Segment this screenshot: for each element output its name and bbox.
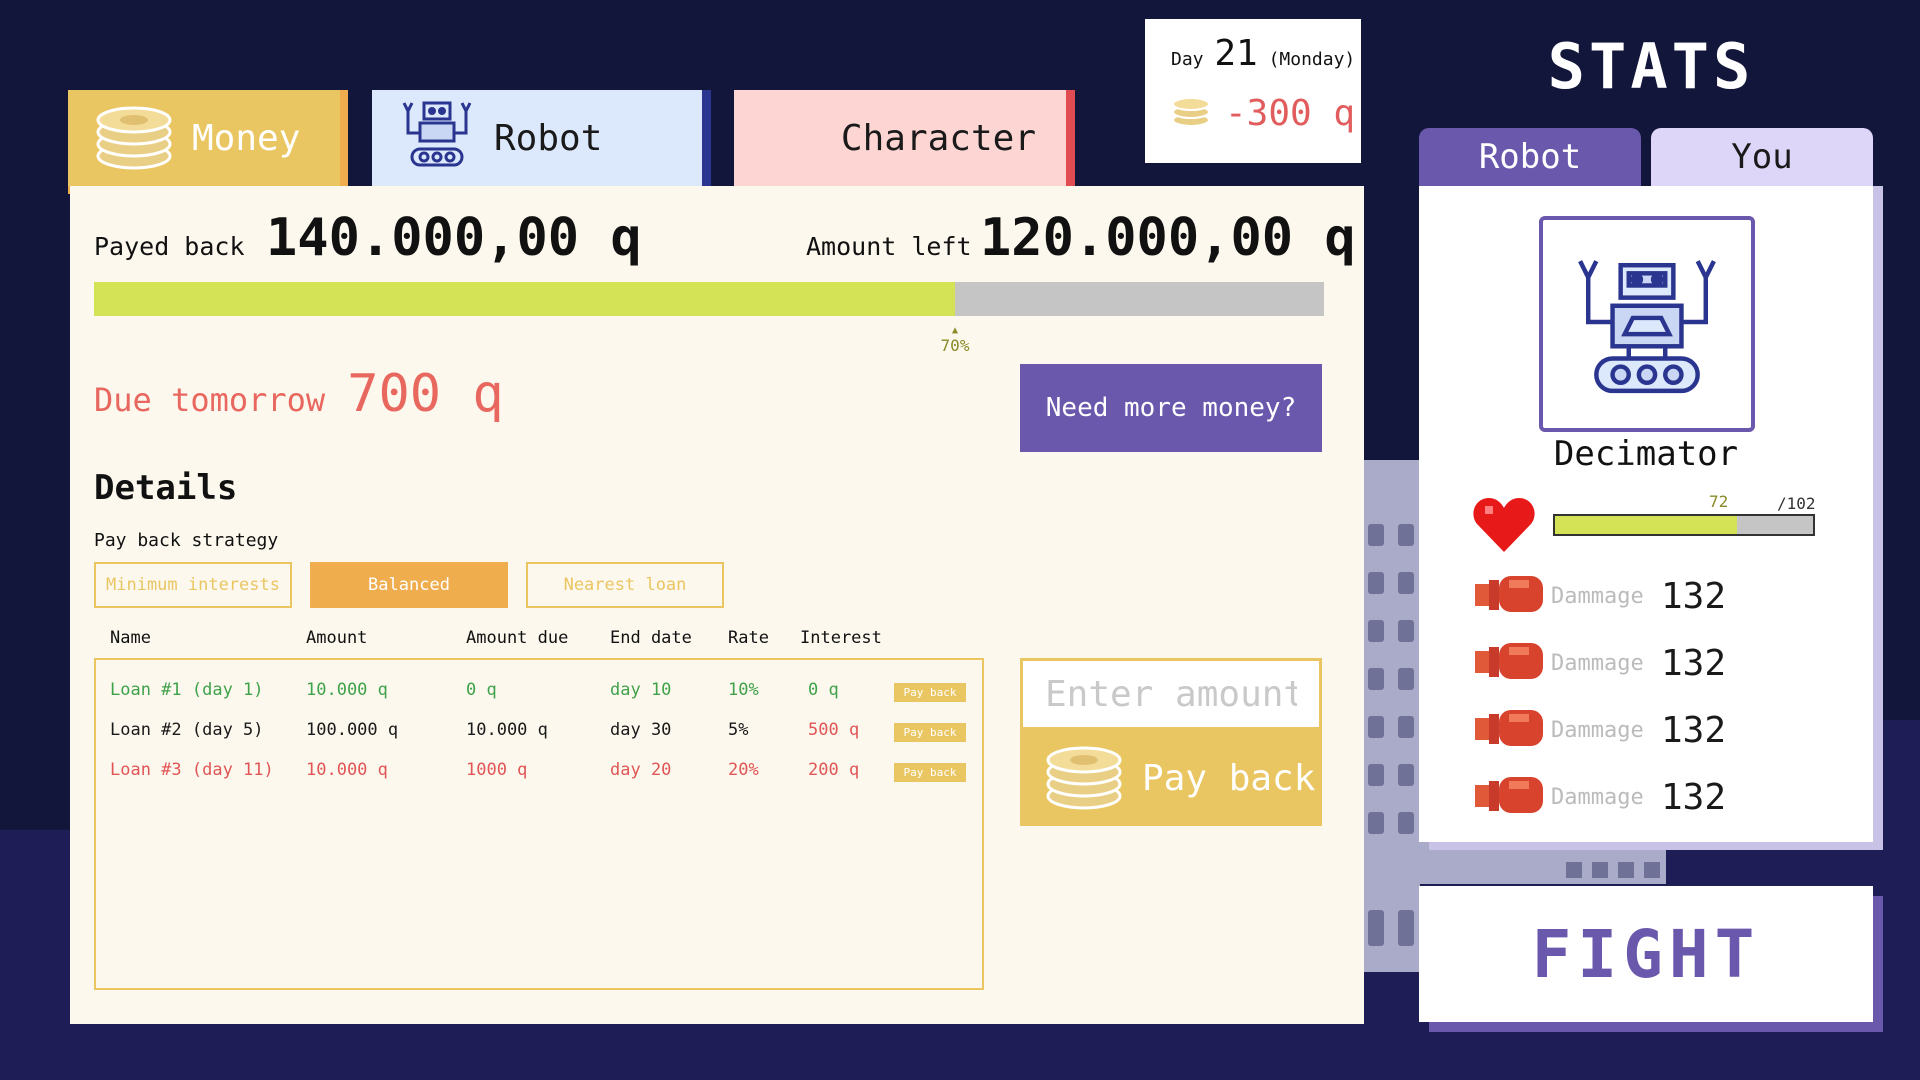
loan-rate: 20%	[728, 760, 759, 780]
stat-label: Dammage	[1551, 784, 1644, 810]
loan-name: Loan #2 (day 5)	[110, 720, 264, 740]
stat-value: 132	[1661, 776, 1727, 818]
due-label: Due tomorrow	[94, 381, 326, 419]
strategy-balanced-button[interactable]: Balanced	[310, 562, 508, 608]
column-header-rate: Rate	[728, 628, 769, 648]
pay-back-label: Pay back	[1142, 757, 1316, 799]
balance-line: -300 q	[1171, 90, 1361, 137]
robot-portrait	[1539, 216, 1755, 432]
loan-amount: 10.000 q	[306, 760, 388, 780]
loan-interest: 0 q	[808, 680, 839, 700]
tab-robot-label: Robot	[494, 117, 603, 159]
boxing-glove-icon	[1475, 639, 1545, 687]
stats-tab-you[interactable]: You	[1651, 128, 1873, 186]
loan-rate: 5%	[728, 720, 749, 740]
strategy-label: Pay back strategy	[94, 530, 279, 551]
hp-max: /102	[1777, 494, 1816, 513]
pay-back-button[interactable]: Pay back	[1020, 730, 1322, 826]
payback-progress-text: 70%	[940, 336, 970, 355]
amount-left-label: Amount left	[806, 232, 972, 261]
stat-label: Dammage	[1551, 583, 1644, 609]
stat-value: 132	[1661, 642, 1727, 684]
loan-end-date: day 20	[610, 760, 672, 780]
day-weekday: (Monday)	[1268, 49, 1356, 70]
stat-label: Dammage	[1551, 717, 1644, 743]
hp-bar-fill	[1555, 516, 1738, 534]
loan-interest: 200 q	[808, 760, 860, 780]
loan-name: Loan #3 (day 11)	[110, 760, 274, 780]
day-number: 21	[1214, 33, 1258, 74]
loan-amount-due: 10.000 q	[466, 720, 548, 740]
stat-row-damage-3: Dammage 132	[1475, 706, 1726, 754]
hp-current: 72	[1709, 492, 1729, 511]
day-status: Day 21 (Monday) -300 q	[1145, 19, 1361, 163]
coins-icon	[1171, 90, 1211, 137]
column-header-amount: Amount	[306, 628, 368, 648]
loan-end-date: day 10	[610, 680, 672, 700]
payback-progress-label: ▲ 70%	[940, 325, 970, 356]
payed-back-value: 140.000,00 q	[266, 208, 642, 268]
fight-button[interactable]: FIGHT	[1419, 886, 1873, 1022]
day-prefix: Day	[1171, 49, 1204, 70]
robot-icon	[1578, 260, 1716, 394]
tab-character-label: Character	[840, 117, 1036, 159]
payback-progress-bar	[94, 282, 1324, 316]
loan-pay-back-button[interactable]: Pay back	[894, 683, 966, 702]
loan-amount: 10.000 q	[306, 680, 388, 700]
stat-row-damage-1: Dammage 132	[1475, 572, 1726, 620]
boxing-glove-icon	[1475, 773, 1545, 821]
boxing-glove-icon	[1475, 572, 1545, 620]
hp-bar	[1553, 514, 1815, 536]
loan-name: Loan #1 (day 1)	[110, 680, 264, 700]
stats-tab-robot[interactable]: Robot	[1419, 128, 1641, 186]
coins-icon	[1044, 736, 1124, 821]
stat-row-damage-2: Dammage 132	[1475, 639, 1726, 687]
building-decoration	[1364, 460, 1420, 972]
day-line: Day 21 (Monday)	[1171, 33, 1361, 74]
robot-name: Decimator	[1553, 434, 1739, 474]
loan-pay-back-button[interactable]: Pay back	[894, 723, 966, 742]
heart-icon	[1473, 496, 1535, 558]
loans-table: Loan #1 (day 1) 10.000 q 0 q day 10 10% …	[94, 658, 984, 990]
loan-pay-back-button[interactable]: Pay back	[894, 763, 966, 782]
column-header-amount-due: Amount due	[466, 628, 569, 648]
money-panel: Payed back 140.000,00 q Amount left 120.…	[70, 186, 1364, 1024]
loan-end-date: day 30	[610, 720, 672, 740]
tab-money-label: Money	[192, 117, 301, 159]
need-more-money-button[interactable]: Need more money?	[1020, 364, 1322, 452]
boxing-glove-icon	[1475, 706, 1545, 754]
strategy-minimum-interests-button[interactable]: Minimum interests	[94, 562, 292, 608]
loan-amount-due: 1000 q	[466, 760, 528, 780]
due-tomorrow: Due tomorrow 700 q	[94, 364, 504, 424]
column-header-end-date: End date	[610, 628, 692, 648]
payback-progress-fill	[94, 282, 955, 316]
progress-marker-icon: ▲	[951, 325, 959, 336]
due-value: 700 q	[347, 364, 504, 424]
stat-row-damage-4: Dammage 132	[1475, 773, 1726, 821]
tab-character[interactable]: Character	[734, 90, 1066, 186]
stat-label: Dammage	[1551, 650, 1644, 676]
column-header-name: Name	[110, 628, 151, 648]
stats-title: STATS	[1547, 30, 1755, 103]
loan-rate: 10%	[728, 680, 759, 700]
stat-value: 132	[1661, 709, 1727, 751]
details-title: Details	[94, 468, 238, 508]
loan-interest: 500 q	[808, 720, 860, 740]
stats-panel: Decimator 72 /102 Dammage 132 Dammage 13…	[1419, 186, 1873, 842]
coins-icon	[96, 96, 172, 181]
amount-input[interactable]	[1020, 658, 1322, 730]
stat-value: 132	[1661, 575, 1727, 617]
robot-icon	[400, 99, 474, 178]
payed-back-label: Payed back	[94, 232, 245, 261]
balance-value: -300 q	[1225, 93, 1356, 134]
tab-money[interactable]: Money	[68, 90, 340, 186]
tab-robot[interactable]: Robot	[372, 90, 702, 186]
loan-amount: 100.000 q	[306, 720, 399, 740]
amount-left-value: 120.000,00 q	[980, 208, 1356, 268]
building-decoration-base	[1420, 842, 1666, 884]
column-header-interest: Interest	[800, 628, 882, 648]
loan-amount-due: 0 q	[466, 680, 497, 700]
strategy-nearest-loan-button[interactable]: Nearest loan	[526, 562, 724, 608]
